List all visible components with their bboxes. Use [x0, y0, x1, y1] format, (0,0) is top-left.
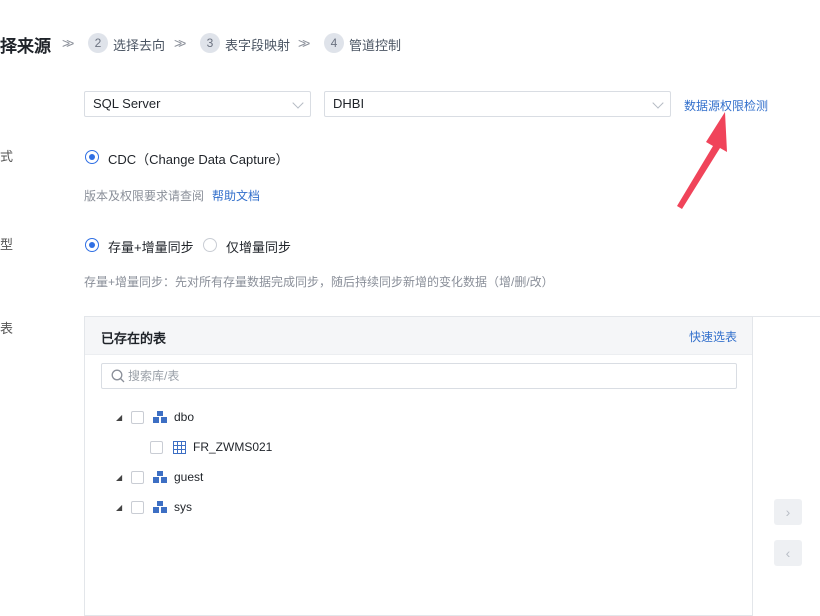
database-schema-icon [153, 501, 167, 513]
form-label-table: 表 [0, 321, 14, 336]
chevron-down-icon [292, 97, 304, 109]
sync-type-description: 存量+增量同步：先对所有存量数据完成同步，随后持续同步新增的变化数据（增/删/改… [84, 275, 554, 289]
tree-node-dbo[interactable]: dbo [174, 410, 194, 424]
existing-tables-panel: 已存在的表 快速选表 ◢ dbo FR_ZWMS021 ◢ guest ◢ [84, 316, 753, 616]
tree-checkbox-sys[interactable] [131, 501, 144, 514]
chevron-double-right-icon: >> [298, 35, 311, 51]
help-doc-link[interactable]: 帮助文档 [212, 187, 260, 204]
database-schema-icon [153, 411, 167, 423]
cdc-radio[interactable] [85, 150, 99, 164]
table-search[interactable] [101, 363, 737, 389]
selected-tables-panel-edge [753, 316, 820, 616]
step-number: 2 [88, 33, 108, 53]
search-input[interactable] [128, 364, 718, 388]
db-type-value: SQL Server [93, 96, 161, 111]
move-left-button[interactable]: ‹ [774, 540, 802, 566]
connection-select[interactable]: DHBI [324, 91, 671, 117]
tree-checkbox-fr-zwms021[interactable] [150, 441, 163, 454]
move-right-button[interactable]: › [774, 499, 802, 525]
form-label-sync-mode: 式 [0, 149, 14, 164]
current-step-title: 择来源 [0, 37, 51, 56]
table-icon [173, 441, 186, 454]
step-label-choose-target[interactable]: 选择去向 [113, 35, 165, 54]
full-incremental-radio[interactable] [85, 238, 99, 252]
incremental-only-label[interactable]: 仅增量同步 [226, 237, 291, 256]
form-label-sync-type: 型 [0, 237, 14, 252]
step-number: 3 [200, 33, 220, 53]
expand-triangle-icon[interactable]: ◢ [116, 473, 122, 482]
db-type-select[interactable]: SQL Server [84, 91, 311, 117]
annotation-arrow-icon [677, 112, 727, 209]
step-label-pipeline-control[interactable]: 管道控制 [349, 35, 401, 54]
database-schema-icon [153, 471, 167, 483]
connection-value: DHBI [333, 96, 365, 111]
full-incremental-label[interactable]: 存量+增量同步 [108, 237, 194, 256]
step-label-field-mapping[interactable]: 表字段映射 [225, 35, 290, 54]
panel-header: 已存在的表 快速选表 [85, 317, 752, 355]
search-icon [111, 369, 125, 383]
incremental-only-radio[interactable] [203, 238, 217, 252]
cdc-radio-label[interactable]: CDC（Change Data Capture） [108, 149, 289, 168]
expand-triangle-icon[interactable]: ◢ [116, 413, 122, 422]
tree-checkbox-dbo[interactable] [131, 411, 144, 424]
step-number: 4 [324, 33, 344, 53]
sync-mode-hint: 版本及权限要求请查阅 [84, 189, 205, 203]
tree-checkbox-guest[interactable] [131, 471, 144, 484]
chevron-down-icon [652, 97, 664, 109]
quick-select-link[interactable]: 快速选表 [689, 328, 737, 345]
expand-triangle-icon[interactable]: ◢ [116, 503, 122, 512]
tree-node-fr-zwms021[interactable]: FR_ZWMS021 [193, 440, 272, 454]
panel-title: 已存在的表 [101, 331, 167, 346]
chevron-double-right-icon: >> [62, 35, 75, 51]
chevron-double-right-icon: >> [174, 35, 187, 51]
tree-node-sys[interactable]: sys [174, 500, 192, 514]
tree-node-guest[interactable]: guest [174, 470, 203, 484]
